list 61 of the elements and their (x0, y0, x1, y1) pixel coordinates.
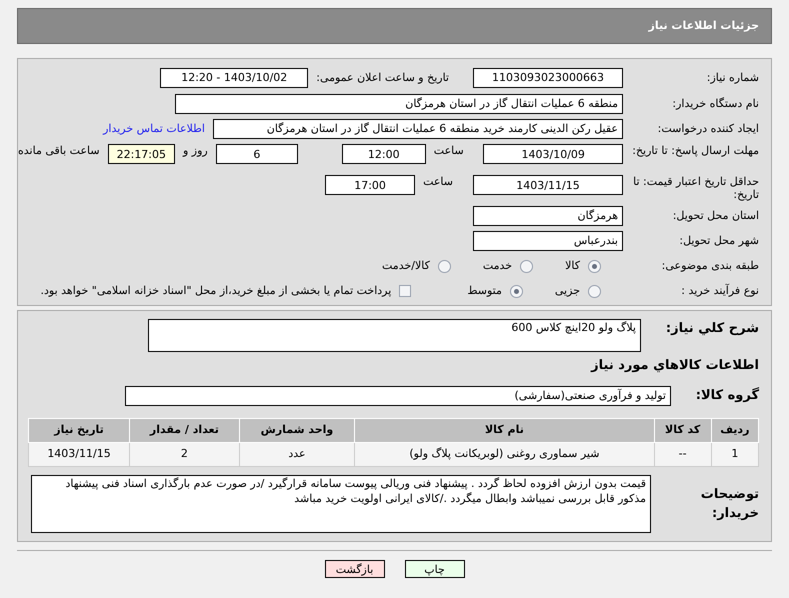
column-header: نام کالا (354, 418, 654, 442)
checkbox[interactable] (399, 285, 412, 297)
radio-label: خدمت (482, 258, 512, 274)
input-field[interactable]: تولید و فرآوری صنعتی(سفارشی) (125, 386, 671, 406)
field-label: تاریخ و ساعت اعلان عمومی: (316, 70, 449, 86)
field-label: حداقل تاریخ اعتبار قیمت: تا تاریخ: (633, 175, 759, 201)
column-header: کد کالا (654, 418, 712, 442)
radio-label: کالا (565, 258, 580, 274)
field-label: ایجاد کننده درخواست: (658, 122, 759, 135)
notes-textarea[interactable]: قیمت بدون ارزش افزوده لحاظ گردد . پیشنهاد فنی وریالی پیوست سامانه قرارگیرد /در صورت عدم بارگذاری اسناد فنی پیشنهاد مذکور قابل بررسی نمیباشد وابطال میگردد ./کالای ایرانی اولویت خرید مباشد (31, 475, 651, 533)
field-label: ساعت باقی مانده (18, 144, 100, 157)
table-cell: 2 (130, 442, 240, 466)
radio-button[interactable] (588, 260, 601, 272)
field-label: ساعت (423, 175, 453, 188)
print-button[interactable]: چاپ (404, 560, 464, 578)
input-field[interactable]: 1103093023000663 (473, 68, 623, 88)
column-header: تعداد / مقدار (130, 418, 240, 442)
table-cell: 1403/11/15 (28, 442, 130, 466)
input-field[interactable]: عقیل رکن الدینی کارمند خرید منطقه 6 عملیات انتقال گاز در استان هرمزگان (213, 119, 623, 139)
back-button[interactable]: بازگشت (324, 560, 384, 578)
input-field[interactable]: 22:17:05 (108, 144, 175, 164)
table-cell: 1 (711, 442, 758, 466)
field-label: ساعت (434, 144, 464, 157)
input-field[interactable]: 1403/11/15 (473, 175, 623, 195)
radio-button[interactable] (510, 284, 523, 298)
field-label: شهر محل تحویل: (679, 234, 759, 247)
radio-button[interactable] (438, 260, 451, 272)
table-cell: -- (654, 442, 712, 466)
field-label: روز و (183, 144, 208, 157)
radio-button[interactable] (520, 260, 534, 272)
field-label: توضیحات خریدار: (700, 486, 759, 521)
column-header: تاریخ نیاز (28, 418, 130, 442)
column-header: ردیف (711, 418, 758, 442)
input-field[interactable]: 1403/10/09 (483, 144, 623, 164)
column-header: واحد شمارش (239, 418, 355, 442)
radio-button[interactable] (588, 284, 601, 298)
field-label: نوع فرآیند خرید : (681, 284, 759, 297)
section-heading: اطلاعات کالاهاي مورد نياز (591, 358, 759, 373)
field-label: گروه کالا: (696, 388, 759, 404)
summary-textarea[interactable]: پلاگ ولو 20اینچ کلاس 600 (148, 319, 641, 352)
field-label: نام دستگاه خریدار: (672, 96, 759, 110)
field-label: شرح کلي نياز: (666, 321, 759, 336)
contact-link[interactable]: اطلاعات تماس خریدار (103, 120, 205, 138)
input-field[interactable]: 1403/10/02 - 12:20 (160, 68, 308, 88)
checkbox-label: پرداخت تمام یا بخشی از مبلغ خرید،از محل "اسناد خزانه اسلامی" خواهد بود. (40, 282, 392, 299)
field-label: مهلت ارسال پاسخ: تا تاریخ: (632, 144, 759, 157)
input-field[interactable]: 17:00 (325, 175, 416, 195)
field-label: استان محل تحویل: (672, 208, 759, 222)
field-label: طبقه بندی موضوعی: (662, 258, 759, 272)
radio-label: کالا/خدمت (382, 258, 430, 274)
header-title: جزئیات اطلاعات نیاز (648, 18, 759, 34)
input-field[interactable]: بندرعباس (473, 231, 623, 251)
table-cell: عدد (239, 442, 355, 466)
input-field[interactable]: 6 (216, 144, 298, 164)
input-field[interactable]: 12:00 (342, 144, 426, 164)
table-cell: شیر سماوری روغنی (لوبریکانت پلاگ ولو) (354, 442, 654, 466)
input-field[interactable]: منطقه 6 عملیات انتقال گاز در استان هرمزگان (175, 94, 623, 114)
field-label: شماره نیاز: (706, 70, 759, 84)
radio-label: جزیی (554, 282, 580, 299)
radio-label: متوسط (467, 282, 502, 299)
input-field[interactable]: هرمزگان (473, 206, 623, 226)
